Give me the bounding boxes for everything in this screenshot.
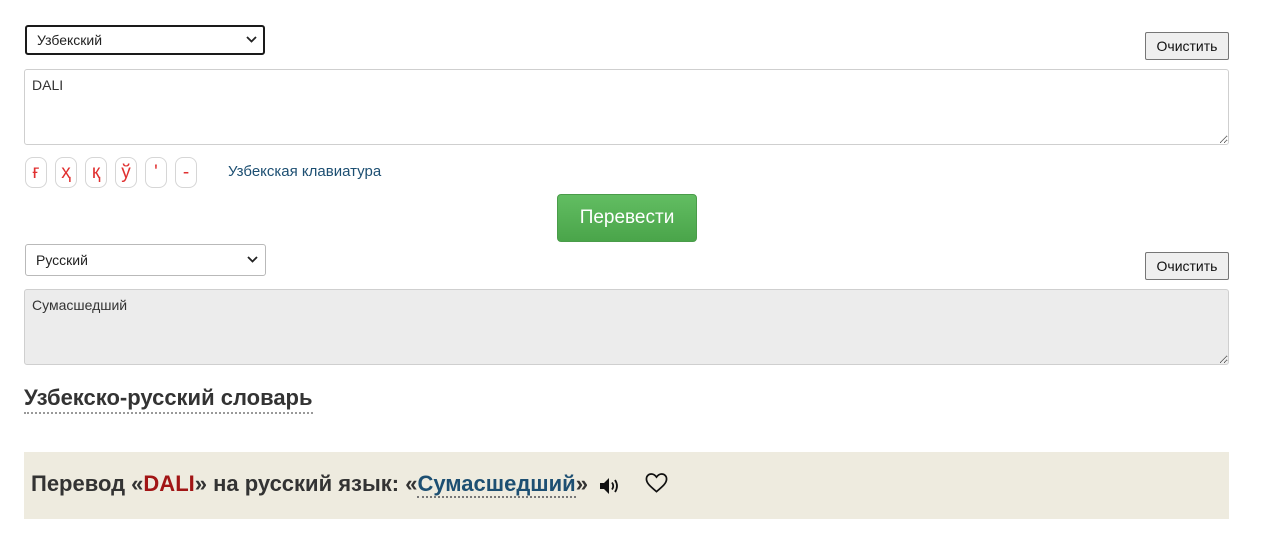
key-q-descender[interactable]: қ [85,157,107,188]
result-suffix: » [575,471,588,496]
result-prefix: Перевод « [31,471,144,496]
result-middle: » на русский язык: « [194,471,418,496]
clear-target-button[interactable]: Очистить [1145,252,1229,280]
key-h-descender[interactable]: ҳ [55,157,77,188]
key-apostrophe[interactable]: ' [145,157,167,188]
result-source-word: DALI [143,471,195,496]
dictionary-title: Узбекско-русский словарь [24,385,313,414]
target-text-output[interactable]: Сумасшедший [24,289,1229,365]
heart-icon[interactable] [645,472,668,499]
result-translation-link[interactable]: Сумасшедший [417,471,576,498]
speaker-icon[interactable] [599,476,623,501]
key-hyphen[interactable]: - [175,157,197,188]
translation-result-line: Перевод «DALI» на русский язык: «Сумасше… [31,471,588,498]
key-g-breve[interactable]: ғ [25,157,47,188]
source-language-select[interactable]: Узбекский [25,25,265,55]
source-text-input[interactable]: DALI [24,69,1229,145]
source-language-wrap: Узбекский [25,25,265,55]
target-language-select[interactable]: Русский [25,244,266,276]
translate-button[interactable]: Перевести [557,194,697,242]
translation-result-box: Перевод «DALI» на русский язык: «Сумасше… [24,452,1229,519]
target-language-wrap: Русский [25,244,266,276]
clear-source-button[interactable]: Очистить [1145,32,1229,60]
key-u-breve[interactable]: ў [115,157,137,188]
uzbek-keyboard-link[interactable]: Узбекская клавиатура [228,163,381,180]
